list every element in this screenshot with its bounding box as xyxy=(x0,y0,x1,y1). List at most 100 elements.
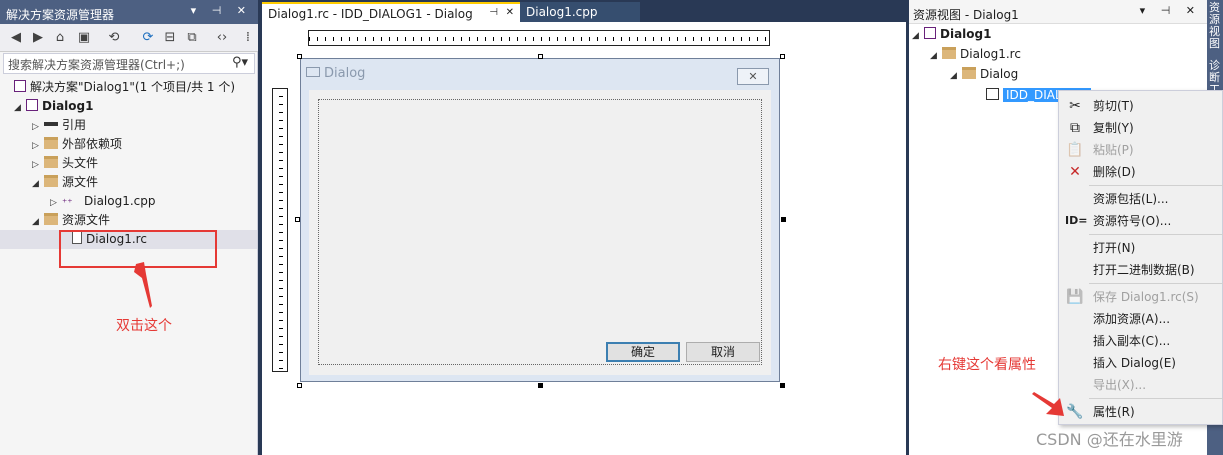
tree-item-project[interactable]: ◢ Dialog1 xyxy=(14,97,93,116)
dialog-resource-icon xyxy=(986,88,999,100)
tree-item-references[interactable]: ▷ 引用 xyxy=(32,116,86,135)
tree-item-dialog1-cpp[interactable]: ▷ ⁺⁺ Dialog1.cpp xyxy=(50,192,156,211)
menu-item-insert-copy[interactable]: 插入副本(C)... xyxy=(1059,330,1223,352)
menu-item-resource-symbols[interactable]: ID= 资源符号(O)... xyxy=(1059,210,1223,232)
tree-item-external-deps[interactable]: ▷ 外部依赖项 xyxy=(32,135,122,154)
tab-label: Dialog1.cpp xyxy=(526,5,598,19)
project-icon xyxy=(924,27,936,39)
rv-tree-item-rc[interactable]: ◢ Dialog1.rc xyxy=(930,45,1021,64)
close-icon[interactable]: ✕ xyxy=(506,7,514,18)
menu-item-label: 添加资源(A)... xyxy=(1093,312,1171,326)
panel-window-buttons[interactable]: ▾ ⊣ ✕ xyxy=(191,4,252,17)
folder-icon xyxy=(962,67,976,79)
document-tab-strip: Dialog1.rc - IDD_DIALOG1 - Dialog ⊣ ✕ Di… xyxy=(262,0,906,22)
tree-item-resource-files[interactable]: ◢ 资源文件 xyxy=(32,211,110,230)
dialog-title-text: Dialog xyxy=(324,66,366,81)
tree-item-label: 外部依赖项 xyxy=(62,137,123,151)
menu-separator xyxy=(1089,234,1223,235)
tab-dialog1-rc[interactable]: Dialog1.rc - IDD_DIALOG1 - Dialog ⊣ ✕ xyxy=(262,2,520,22)
menu-separator xyxy=(1089,185,1223,186)
history-icon[interactable]: ⟲ xyxy=(106,30,122,46)
menu-item-label: 插入 Dialog(E) xyxy=(1093,356,1176,370)
menu-item-label: 插入副本(C)... xyxy=(1093,334,1171,348)
resize-handle[interactable] xyxy=(297,54,302,59)
resize-handle[interactable] xyxy=(780,383,785,388)
collapse-all-icon[interactable]: ⊟ xyxy=(162,30,178,46)
code-view-icon[interactable]: ‹› xyxy=(214,30,230,46)
folder-icon xyxy=(942,47,956,59)
ok-button[interactable]: 确定 xyxy=(606,342,680,362)
menu-item-paste[interactable]: 📋 粘贴(P) xyxy=(1059,139,1223,161)
expand-arrow-icon[interactable]: ◢ xyxy=(912,27,924,46)
menu-item-resource-includes[interactable]: 资源包括(L)... xyxy=(1059,188,1223,210)
panel-window-buttons[interactable]: ▾ ⊣ ✕ xyxy=(1140,4,1201,17)
pin-icon[interactable]: ⊣ xyxy=(489,7,498,18)
menu-item-export[interactable]: 导出(X)... xyxy=(1059,374,1223,396)
vertical-ruler[interactable] xyxy=(272,88,288,372)
expand-arrow-icon[interactable]: ◢ xyxy=(14,99,26,118)
resize-handle[interactable] xyxy=(295,217,300,222)
cancel-button[interactable]: 取消 xyxy=(686,342,760,362)
tree-item-label: Dialog xyxy=(980,67,1019,81)
rv-tree-item-dialog-folder[interactable]: ◢ Dialog xyxy=(950,65,1018,84)
rv-tree-item-project[interactable]: ◢ Dialog1 xyxy=(912,25,991,44)
tree-item-label: 引用 xyxy=(62,118,87,132)
resize-handle[interactable] xyxy=(538,54,543,59)
tree-item-label: 解决方案"Dialog1"(1 个项目/共 1 个) xyxy=(30,80,236,94)
menu-item-label: 复制(Y) xyxy=(1093,121,1134,135)
tree-item-label: 头文件 xyxy=(62,156,99,170)
annotation-arrow-icon xyxy=(134,262,152,308)
tree-item-source-files[interactable]: ◢ 源文件 xyxy=(32,173,98,192)
menu-item-delete[interactable]: ✕ 删除(D) xyxy=(1059,161,1223,183)
menu-item-label: 导出(X)... xyxy=(1093,378,1147,392)
menu-item-copy[interactable]: ⧉ 复制(Y) xyxy=(1059,117,1223,139)
tree-item-label: Dialog1 xyxy=(42,99,94,113)
search-icon[interactable]: ⚲▾ xyxy=(232,55,248,70)
resize-handle[interactable] xyxy=(297,383,302,388)
expand-arrow-icon[interactable]: ◢ xyxy=(930,47,942,66)
menu-item-open[interactable]: 打开(N) xyxy=(1059,237,1223,259)
resize-handle[interactable] xyxy=(781,217,786,222)
menu-item-label: 资源符号(O)... xyxy=(1093,214,1172,228)
solution-explorer-toolbar: ◀ ▶ ⌂ ▣ ⟲ ⟳ ⊟ ⧉ ‹› ⁞ xyxy=(0,24,258,52)
menu-item-open-binary[interactable]: 打开二进制数据(B) xyxy=(1059,259,1223,281)
back-icon[interactable]: ◀ xyxy=(8,30,24,46)
vs-switch-views-icon[interactable]: ▣ xyxy=(76,30,92,46)
tree-item-header-files[interactable]: ▷ 头文件 xyxy=(32,154,98,173)
menu-item-label: 保存 Dialog1.rc(S) xyxy=(1093,290,1199,304)
menu-item-save[interactable]: 💾 保存 Dialog1.rc(S) xyxy=(1059,286,1223,308)
id-icon: ID= xyxy=(1065,214,1088,227)
refresh-icon[interactable]: ⟳ xyxy=(140,30,156,46)
forward-icon[interactable]: ▶ xyxy=(30,30,46,46)
annotation-arrow-icon xyxy=(1032,392,1064,416)
expand-arrow-icon[interactable]: ◢ xyxy=(32,175,44,194)
dialog-window-icon xyxy=(306,67,320,77)
show-all-files-icon[interactable]: ⧉ xyxy=(184,30,200,46)
menu-item-label: 剪切(T) xyxy=(1093,99,1134,113)
menu-item-label: 粘贴(P) xyxy=(1093,143,1134,157)
menu-item-properties[interactable]: 🔧 属性(R) xyxy=(1059,401,1223,423)
dialog-close-button[interactable]: ✕ xyxy=(737,68,769,85)
solution-explorer-title: 解决方案资源管理器 xyxy=(6,8,115,22)
menu-item-cut[interactable]: ✂ 剪切(T) xyxy=(1059,95,1223,117)
annotation-right-click: 右键这个看属性 xyxy=(938,357,1036,373)
menu-item-insert-dialog[interactable]: 插入 Dialog(E) xyxy=(1059,352,1223,374)
tree-item-label: 源文件 xyxy=(62,175,99,189)
resource-view-title-bar: 资源视图 - Dialog1 ▾ ⊣ ✕ xyxy=(909,0,1207,24)
side-tab-resource-view[interactable]: 资源视图 xyxy=(1209,2,1221,50)
resize-handle[interactable] xyxy=(538,383,543,388)
menu-item-add-resource[interactable]: 添加资源(A)... xyxy=(1059,308,1223,330)
resize-handle[interactable] xyxy=(780,54,785,59)
dialog-title: Dialog xyxy=(306,66,365,86)
home-icon[interactable]: ⌂ xyxy=(52,30,68,46)
tree-item-solution[interactable]: 解决方案"Dialog1"(1 个项目/共 1 个) xyxy=(14,78,235,97)
horizontal-ruler[interactable] xyxy=(308,30,770,46)
watermark: CSDN @还在水里游 xyxy=(1036,430,1183,449)
expand-arrow-icon[interactable]: ◢ xyxy=(950,67,962,86)
references-icon xyxy=(44,122,58,126)
resource-view-title: 资源视图 - Dialog1 xyxy=(913,8,1019,22)
solution-search-input[interactable]: 搜索解决方案资源管理器(Ctrl+;) ⚲▾ xyxy=(3,53,255,74)
tree-item-label: Dialog1.cpp xyxy=(84,194,156,208)
more-icon[interactable]: ⁞ xyxy=(240,30,256,46)
tab-dialog1-cpp[interactable]: Dialog1.cpp xyxy=(520,2,640,22)
